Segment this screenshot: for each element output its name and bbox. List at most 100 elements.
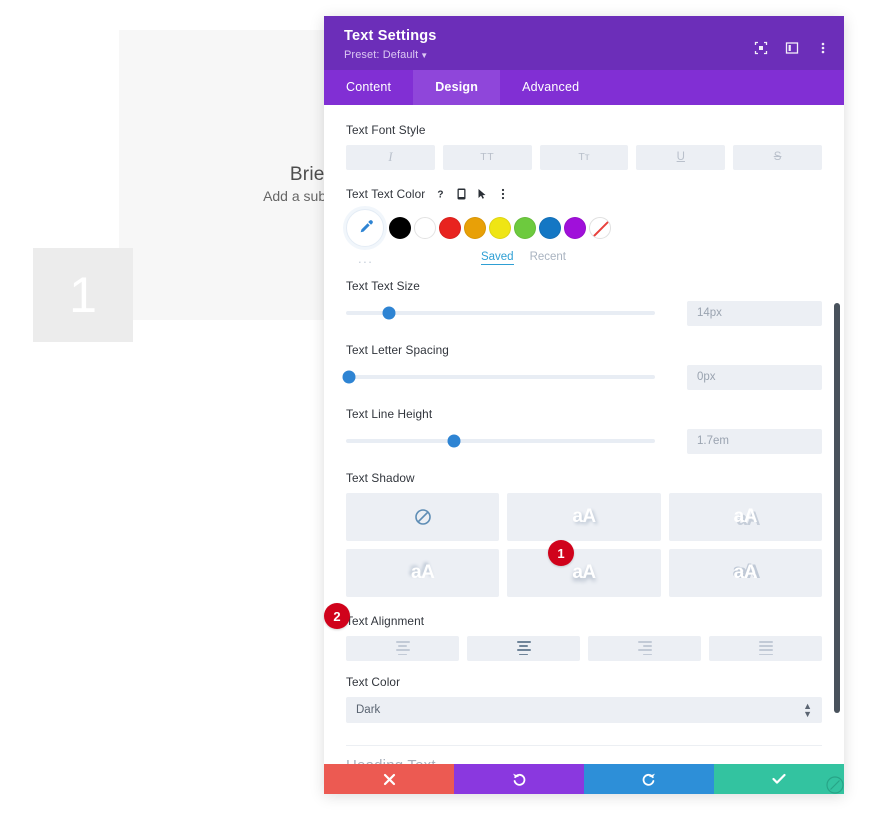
letter-spacing-slider-knob[interactable]: [342, 370, 356, 384]
field-text-color-select: Text Color Dark ▲ ▼: [346, 675, 822, 723]
text-color-select[interactable]: Dark ▲ ▼: [346, 696, 822, 723]
tab-content[interactable]: Content: [324, 70, 413, 105]
callout-marker-2: 2: [324, 603, 350, 629]
color-more-button[interactable]: ...: [346, 251, 373, 266]
redo-icon: [642, 773, 655, 786]
swatch-orange[interactable]: [464, 216, 486, 239]
tab-recent-colors[interactable]: Recent: [530, 251, 566, 265]
help-icon[interactable]: ?: [434, 187, 446, 200]
text-shadow-under-button[interactable]: aA: [507, 548, 661, 597]
accordion-heading-text[interactable]: Heading Text ⌄: [346, 744, 822, 764]
undo-icon: [513, 773, 526, 786]
align-left-icon: [395, 640, 410, 656]
align-justify-icon: [758, 640, 773, 656]
hover-icon[interactable]: [476, 187, 488, 200]
letter-spacing-value[interactable]: 0px: [687, 364, 822, 390]
modal-tabs: Content Design Advanced: [324, 69, 844, 105]
color-meta-row: ... Saved Recent: [346, 251, 568, 266]
font-style-italic-button[interactable]: I: [346, 144, 435, 170]
font-style-strikethrough-button[interactable]: S: [733, 144, 822, 170]
font-style-label: Text Font Style: [346, 122, 426, 137]
line-height-slider-knob[interactable]: [447, 434, 461, 448]
line-height-slider[interactable]: [346, 434, 655, 448]
align-justify-button[interactable]: [709, 635, 822, 661]
save-button[interactable]: [714, 764, 844, 794]
tab-saved-colors[interactable]: Saved: [480, 251, 514, 266]
preset-label: Preset: Default: [344, 48, 419, 61]
field-text-shadow: Text Shadow aA aA aA aA aA: [346, 471, 822, 597]
align-right-icon: [637, 640, 652, 656]
text-color-label: Text Text Color: [346, 186, 426, 201]
text-size-value[interactable]: 14px: [687, 300, 822, 326]
tab-advanced[interactable]: Advanced: [500, 70, 601, 105]
letter-spacing-label: Text Letter Spacing: [346, 342, 449, 357]
text-alignment-label: Text Alignment: [346, 613, 425, 628]
font-style-capitalize-button[interactable]: Tт: [539, 144, 629, 170]
layout-columns-icon[interactable]: [784, 40, 799, 55]
line-height-label: Text Line Height: [346, 406, 433, 421]
settings-accordion: Heading Text ⌄ Sizing ⌄ Spacing ⌄: [346, 744, 822, 764]
page-number-label: 1: [69, 267, 97, 323]
page-subtitle: Add a subt: [263, 188, 330, 204]
line-height-value[interactable]: 1.7em: [687, 428, 822, 454]
resize-handle[interactable]: [826, 776, 844, 794]
font-style-options: I TT Tт U S: [346, 144, 822, 170]
redo-button[interactable]: [584, 764, 714, 794]
text-size-label: Text Text Size: [346, 278, 420, 293]
font-style-underline-button[interactable]: U: [636, 144, 726, 170]
cancel-button[interactable]: [324, 764, 454, 794]
align-left-button[interactable]: [346, 635, 459, 661]
align-center-icon: [516, 640, 531, 656]
modal-body: Text Font Style I TT Tт U S Text Text Co…: [324, 104, 844, 764]
capitalize-icon: Tт: [578, 151, 590, 164]
select-arrows-icon: ▲ ▼: [803, 700, 812, 719]
more-vertical-icon[interactable]: [815, 40, 830, 55]
eyedropper-button[interactable]: [346, 208, 384, 247]
more-vertical-icon[interactable]: [497, 187, 509, 200]
text-color-label-icons: ?: [434, 187, 509, 200]
swatch-blue[interactable]: [539, 216, 561, 239]
swatch-black[interactable]: [389, 216, 411, 239]
field-line-height: Text Line Height 1.7em: [346, 407, 822, 454]
text-settings-modal: Text Settings Preset: Default ▼ Content D…: [324, 16, 844, 794]
font-style-uppercase-button[interactable]: TT: [442, 144, 532, 170]
page-heading: Brief: [289, 164, 330, 185]
modal-footer: [324, 764, 844, 794]
swatch-green[interactable]: [514, 216, 536, 239]
swatch-purple[interactable]: [564, 216, 586, 239]
underline-icon: U: [676, 151, 685, 164]
no-shadow-icon: [414, 508, 431, 525]
text-size-slider[interactable]: [346, 306, 655, 320]
uppercase-icon: TT: [480, 151, 495, 164]
text-shadow-label: Text Shadow: [346, 470, 415, 485]
swatch-yellow[interactable]: [489, 216, 511, 239]
focus-target-icon[interactable]: [753, 40, 768, 55]
text-shadow-right-button[interactable]: aA: [668, 548, 822, 597]
text-shadow-top-button[interactable]: aA: [346, 548, 500, 597]
field-letter-spacing: Text Letter Spacing 0px: [342, 342, 822, 390]
align-right-button[interactable]: [588, 635, 701, 661]
text-size-slider-knob[interactable]: [382, 306, 396, 320]
align-center-button[interactable]: [467, 635, 580, 661]
chevron-down-icon: ▼: [420, 50, 429, 60]
modal-header: Text Settings Preset: Default ▼: [324, 16, 844, 70]
page-number-block: 1: [33, 248, 133, 342]
text-shadow-soft-button[interactable]: aA: [507, 492, 661, 541]
text-shadow-options: aA aA aA aA aA: [346, 492, 822, 597]
undo-button[interactable]: [454, 764, 584, 794]
swatch-transparent[interactable]: [589, 216, 611, 239]
line-height-slider-row: 1.7em: [346, 428, 822, 454]
text-alignment-options: [346, 635, 822, 661]
swatch-white[interactable]: [414, 216, 436, 239]
swatch-red[interactable]: [439, 216, 461, 239]
field-text-alignment: Text Alignment: [346, 614, 822, 661]
text-shadow-none-button[interactable]: [346, 492, 500, 541]
letter-spacing-slider[interactable]: [342, 370, 655, 384]
text-shadow-hard-button[interactable]: aA: [668, 492, 822, 541]
callout-marker-1: 1: [548, 540, 574, 566]
text-size-slider-row: 14px: [346, 300, 822, 326]
text-color-select-label: Text Color: [346, 674, 401, 689]
responsive-icon[interactable]: [455, 187, 467, 200]
tab-design[interactable]: Design: [413, 69, 501, 105]
modal-scrollbar[interactable]: [834, 302, 840, 713]
